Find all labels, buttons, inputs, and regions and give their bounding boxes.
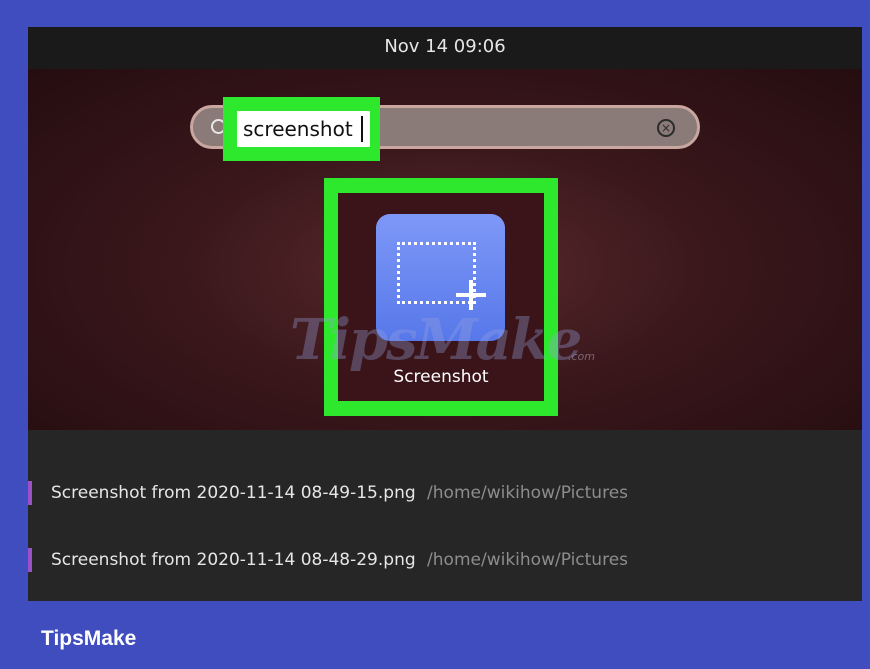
file-result-item[interactable]: Screenshot from 2020-11-14 08-48-29.png … xyxy=(28,543,862,577)
search-input[interactable] xyxy=(237,111,370,147)
result-marker xyxy=(28,548,32,572)
plus-icon xyxy=(456,280,486,310)
brand-label: TipsMake xyxy=(41,627,137,650)
file-results-panel: Screenshot from 2020-11-14 08-49-15.png … xyxy=(28,430,862,601)
watermark: TipsMake xyxy=(290,307,582,373)
clock[interactable]: Nov 14 09:06 xyxy=(28,36,862,57)
desktop-screen: Nov 14 09:06 × TipsMake .com Screenshot … xyxy=(28,27,862,601)
watermark-suffix: .com xyxy=(568,350,595,363)
file-name: Screenshot from 2020-11-14 08-49-15.png xyxy=(51,483,416,503)
clear-search-icon[interactable]: × xyxy=(657,119,675,137)
file-name: Screenshot from 2020-11-14 08-48-29.png xyxy=(51,550,416,570)
file-path: /home/wikihow/Pictures xyxy=(427,483,629,503)
text-caret xyxy=(361,116,363,142)
app-label: Screenshot xyxy=(393,367,489,387)
top-bar: Nov 14 09:06 xyxy=(28,27,862,69)
file-path: /home/wikihow/Pictures xyxy=(427,550,629,570)
file-result-item[interactable]: Screenshot from 2020-11-14 08-49-15.png … xyxy=(28,476,862,510)
result-marker xyxy=(28,481,32,505)
